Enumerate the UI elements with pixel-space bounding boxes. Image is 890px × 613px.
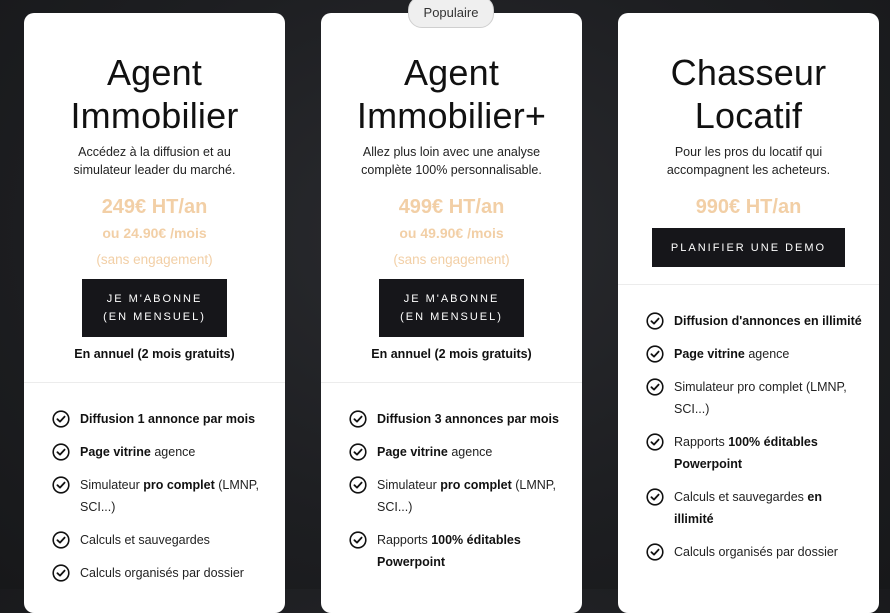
schedule-demo-button[interactable]: PLANIFIER UNE DEMO bbox=[652, 228, 845, 267]
feature-item: Calculs et sauvegardes bbox=[52, 529, 271, 551]
feature-item: Simulateur pro complet (LMNP, SCI...) bbox=[52, 474, 271, 518]
check-circle-icon bbox=[52, 564, 70, 582]
plan-card-agent-immobilier-plus: Agent Immobilier+ Allez plus loin avec u… bbox=[321, 13, 582, 613]
plan-monthly-price: ou 24.90€ /mois bbox=[102, 225, 207, 241]
feature-item: Rapports 100% éditables Powerpoint bbox=[646, 431, 865, 475]
plan-monthly-price: ou 49.90€ /mois bbox=[399, 225, 504, 241]
feature-item: Page vitrine agence bbox=[349, 441, 568, 463]
feature-item: Calculs organisés par dossier bbox=[646, 541, 865, 563]
check-circle-icon bbox=[349, 531, 367, 549]
check-circle-icon bbox=[646, 345, 664, 363]
feature-item: Diffusion 1 annonce par mois bbox=[52, 408, 271, 430]
plan-engagement: (sans engagement) bbox=[393, 252, 510, 267]
feature-item: Simulateur pro complet (LMNP, SCI...) bbox=[349, 474, 568, 518]
feature-list: Diffusion 1 annonce par mois Page vitrin… bbox=[52, 408, 271, 595]
check-circle-icon bbox=[349, 410, 367, 428]
check-circle-icon bbox=[646, 312, 664, 330]
check-circle-icon bbox=[349, 476, 367, 494]
check-circle-icon bbox=[52, 476, 70, 494]
plan-title: Agent Immobilier+ bbox=[356, 52, 547, 136]
feature-item: Calculs organisés par dossier bbox=[52, 562, 271, 584]
feature-item: Calculs et sauvegardes en illimité bbox=[646, 486, 865, 530]
check-circle-icon bbox=[646, 378, 664, 396]
divider bbox=[321, 382, 582, 383]
feature-list: Diffusion d'annonces en illimité Page vi… bbox=[646, 310, 865, 574]
plan-description: Accédez à la diffusion et au simulateur … bbox=[73, 145, 236, 177]
popular-badge: Populaire bbox=[408, 0, 494, 28]
feature-item: Diffusion 3 annonces par mois bbox=[349, 408, 568, 430]
subscribe-button[interactable]: JE M'ABONNE (EN MENSUEL) bbox=[379, 279, 524, 337]
annual-option[interactable]: En annuel (2 mois gratuits) bbox=[321, 347, 582, 361]
plan-title: Chasseur Locatif bbox=[670, 52, 827, 136]
feature-list: Diffusion 3 annonces par mois Page vitri… bbox=[349, 408, 568, 584]
check-circle-icon bbox=[646, 543, 664, 561]
check-circle-icon bbox=[52, 531, 70, 549]
plan-title: Agent Immobilier bbox=[70, 52, 239, 136]
plan-card-agent-immobilier: Agent Immobilier Accédez à la diffusion … bbox=[24, 13, 285, 613]
check-circle-icon bbox=[646, 488, 664, 506]
plan-price: 249€ HT/an bbox=[101, 196, 208, 218]
feature-item: Rapports 100% éditables Powerpoint bbox=[349, 529, 568, 573]
plan-price: 990€ HT/an bbox=[695, 196, 802, 218]
check-circle-icon bbox=[349, 443, 367, 461]
feature-item: Page vitrine agence bbox=[52, 441, 271, 463]
check-circle-icon bbox=[646, 433, 664, 451]
subscribe-button[interactable]: JE M'ABONNE (EN MENSUEL) bbox=[82, 279, 227, 337]
plan-description: Allez plus loin avec une analyse complèt… bbox=[361, 145, 542, 177]
check-circle-icon bbox=[52, 410, 70, 428]
feature-item: Page vitrine agence bbox=[646, 343, 865, 365]
plan-price: 499€ HT/an bbox=[398, 196, 505, 218]
plan-description: Pour les pros du locatif qui accompagnen… bbox=[666, 145, 831, 177]
feature-item: Diffusion d'annonces en illimité bbox=[646, 310, 865, 332]
divider bbox=[618, 284, 879, 285]
check-circle-icon bbox=[52, 443, 70, 461]
feature-item: Simulateur pro complet (LMNP, SCI...) bbox=[646, 376, 865, 420]
plan-card-chasseur-locatif: Chasseur Locatif Pour les pros du locati… bbox=[618, 13, 879, 613]
annual-option[interactable]: En annuel (2 mois gratuits) bbox=[24, 347, 285, 361]
plan-engagement: (sans engagement) bbox=[96, 252, 213, 267]
divider bbox=[24, 382, 285, 383]
